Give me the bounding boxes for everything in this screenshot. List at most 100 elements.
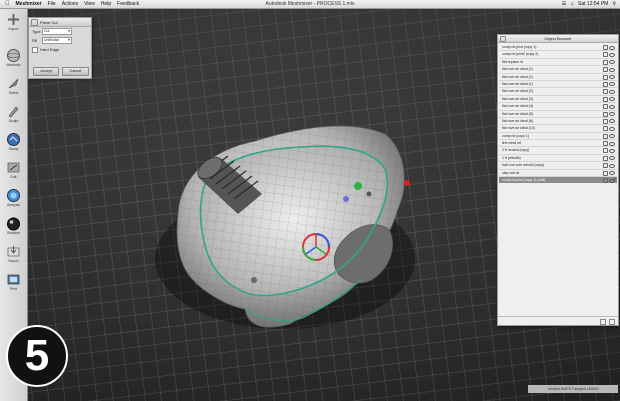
tool-meshmix[interactable]: Meshmix xyxy=(2,47,25,73)
trash-icon[interactable] xyxy=(609,319,615,325)
eye-icon[interactable] xyxy=(609,141,615,146)
object-list-item[interactable]: half root sole rebuild (copy) xyxy=(499,162,617,170)
tool-label: Sculpt xyxy=(8,119,19,123)
object-list-item[interactable]: flat replace id xyxy=(499,59,617,67)
lock-icon[interactable] xyxy=(603,118,608,124)
object-list-item[interactable]: flat rove air ideal (5) xyxy=(499,111,617,118)
object-browser-title: Object Browser xyxy=(544,36,572,41)
tool-analysis[interactable]: Analysis xyxy=(2,187,25,213)
object-name: half root sole rebuild (copy) xyxy=(502,163,545,168)
object-list-item[interactable]: flat rove air ideal (1) xyxy=(499,74,617,81)
lock-icon[interactable] xyxy=(603,52,608,58)
volume-icon[interactable]: ♫ xyxy=(570,1,574,7)
object-list-item[interactable]: comp nb joint (copy 4) (edit) xyxy=(499,177,617,184)
object-list-item[interactable]: flat rove air ideal (10) xyxy=(499,125,617,133)
object-list-item[interactable]: line need ref xyxy=(499,140,617,148)
lock-icon[interactable] xyxy=(603,89,608,95)
lock-icon[interactable] xyxy=(603,148,608,154)
tool-stamp[interactable]: Stamp xyxy=(2,131,25,157)
object-list-item[interactable]: flat rove air ideal (1) xyxy=(499,81,617,89)
menu-feedback[interactable]: Feedback xyxy=(117,1,139,7)
object-list-item[interactable]: comp nb (copy 1) xyxy=(499,133,617,141)
apple-icon[interactable]:  xyxy=(5,1,10,7)
lock-icon[interactable] xyxy=(603,178,608,184)
menu-help[interactable]: Help xyxy=(101,1,111,7)
eye-icon[interactable] xyxy=(609,148,615,153)
accept-button[interactable]: Accept xyxy=(33,67,59,76)
fill-select[interactable]: UnitNoise xyxy=(42,37,72,44)
lock-icon[interactable] xyxy=(603,170,608,176)
object-name: flat rove air ideal (10) xyxy=(502,126,535,131)
lock-icon[interactable] xyxy=(603,163,608,169)
eye-icon[interactable] xyxy=(609,67,615,72)
eye-icon[interactable] xyxy=(609,178,615,183)
menu-actions[interactable]: Actions xyxy=(62,1,78,7)
object-list-item[interactable]: 2 ft neutral (copy) xyxy=(499,147,617,155)
search-icon[interactable]: ⚲ xyxy=(612,1,616,7)
eye-icon[interactable] xyxy=(609,52,615,57)
wifi-icon[interactable]: ☰ xyxy=(562,1,566,7)
lock-icon[interactable] xyxy=(603,96,608,102)
eye-icon[interactable] xyxy=(609,104,615,109)
tool-edit[interactable]: Edit xyxy=(2,159,25,185)
eye-icon[interactable] xyxy=(609,134,615,139)
lock-icon[interactable] xyxy=(603,104,608,110)
menu-view[interactable]: View xyxy=(84,1,95,7)
object-list-item[interactable]: flat rove air ideal (1) xyxy=(499,66,617,74)
lock-icon[interactable] xyxy=(603,74,608,80)
panel-header: Plane Cut xyxy=(29,18,91,27)
tool-select[interactable]: Select xyxy=(2,75,25,101)
step-number-badge: 5 xyxy=(6,325,68,387)
eye-icon[interactable] xyxy=(609,119,615,124)
lock-icon[interactable] xyxy=(603,59,608,65)
tool-export[interactable]: Export xyxy=(2,243,25,269)
object-list-item[interactable]: comp nb joint (copy 1) xyxy=(499,44,617,52)
eye-icon[interactable] xyxy=(609,45,615,50)
tool-shaders[interactable]: Shaders xyxy=(2,215,25,241)
object-list-item[interactable]: flat rove air ideal (4) xyxy=(499,103,617,111)
hard-edge-checkbox[interactable] xyxy=(32,46,38,53)
lock-icon[interactable] xyxy=(603,155,608,161)
eye-icon[interactable] xyxy=(609,89,615,94)
menu-app-name[interactable]: Meshmixer xyxy=(16,1,42,7)
object-list-item[interactable]: 1 ft (rebuild) xyxy=(499,155,617,163)
object-list-item[interactable]: step sort at xyxy=(499,170,617,178)
eye-icon[interactable] xyxy=(609,163,615,168)
object-name: flat replace id xyxy=(502,59,523,64)
eye-icon[interactable] xyxy=(609,171,615,176)
tool-label: Analysis xyxy=(6,203,21,207)
object-list-item[interactable]: flat rove air ideal (6) xyxy=(499,118,617,126)
object-name: flat rove air ideal (2) xyxy=(502,89,533,94)
object-list-item[interactable]: flat rove air ideal (2) xyxy=(499,88,617,96)
lock-icon[interactable] xyxy=(603,67,608,73)
close-icon[interactable] xyxy=(31,18,38,26)
lock-icon[interactable] xyxy=(603,133,608,139)
tool-import[interactable]: Import xyxy=(2,11,25,37)
tool-print[interactable]: Print xyxy=(2,271,25,297)
eye-icon[interactable] xyxy=(609,82,615,87)
cancel-button[interactable]: Cancel xyxy=(62,67,89,76)
tool-label: Stamp xyxy=(8,147,19,151)
object-list-item[interactable]: flat rove air ideal (3) xyxy=(499,96,617,104)
menubar-clock[interactable]: Sat 12:54 PM xyxy=(578,1,608,7)
eye-icon[interactable] xyxy=(609,126,615,131)
lock-icon[interactable] xyxy=(603,141,608,147)
type-select[interactable]: Cut xyxy=(42,28,72,35)
eye-icon[interactable] xyxy=(609,97,615,102)
stamp-icon xyxy=(7,133,20,146)
lock-icon[interactable] xyxy=(603,111,608,117)
object-list-item[interactable]: comp nb joint2 (copy 2) xyxy=(499,51,617,59)
eye-icon[interactable] xyxy=(609,156,615,161)
tool-sculpt[interactable]: Sculpt xyxy=(2,103,25,129)
lock-icon[interactable] xyxy=(603,45,608,50)
eye-icon[interactable] xyxy=(609,60,615,65)
menu-file[interactable]: File xyxy=(48,1,56,7)
object-browser-footer xyxy=(498,316,618,325)
eye-icon[interactable] xyxy=(609,75,615,80)
lock-icon[interactable] xyxy=(603,126,608,132)
eye-icon[interactable] xyxy=(609,112,615,117)
lock-icon[interactable] xyxy=(603,81,608,87)
hard-edge-label: Hard Edge xyxy=(40,47,60,52)
copy-icon[interactable] xyxy=(600,319,606,325)
close-icon[interactable] xyxy=(500,36,506,42)
